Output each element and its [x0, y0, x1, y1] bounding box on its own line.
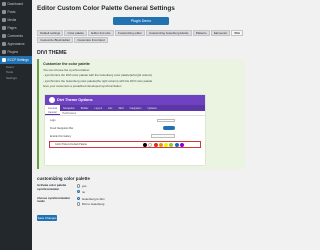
radio-option[interactable]: no: [77, 190, 86, 194]
menu-icon: [2, 10, 6, 14]
divi-navbar-row: Fixed Navigation Bar: [45, 124, 205, 132]
divi-options-screenshot: Divi Theme Options General Navigation Buil…: [45, 95, 205, 165]
radio-button[interactable]: [77, 189, 81, 194]
sync-mode-row: choose synchronization mode Gutenberg to…: [37, 195, 245, 206]
radio-button[interactable]: [77, 202, 81, 206]
divi-color-label: Color Pickers Default Palette: [55, 143, 87, 146]
color-swatch: [142, 142, 147, 147]
sidebar-item-label: Plugins: [7, 50, 18, 54]
divi-header: Divi Theme Options: [45, 95, 205, 105]
sidebar-item-label: Pages: [7, 26, 17, 30]
settings-tab[interactable]: Customize Front End: [74, 37, 108, 43]
divi-logo-field: [157, 118, 175, 122]
sync-title: customizing color palette: [37, 175, 90, 181]
divi-subtab: Performance: [62, 111, 77, 115]
settings-tab[interactable]: Divi: [231, 30, 244, 36]
color-swatch: [180, 142, 184, 147]
menu-icon: [2, 58, 6, 62]
settings-tab[interactable]: Patterns: [192, 30, 210, 36]
divi-tab: Updates: [147, 106, 157, 110]
activate-sync-label: Activate color palette synchronization: [37, 183, 67, 191]
notice-line: Give your customers a predefined develop…: [43, 84, 122, 89]
divi-tab: Layout: [94, 106, 103, 110]
settings-tab[interactable]: Color palette: [64, 30, 88, 36]
menu-icon: [2, 2, 6, 6]
sidebar-item[interactable]: Media: [0, 16, 32, 24]
menu-icon: [2, 42, 6, 46]
color-swatches: [142, 142, 184, 147]
sidebar-item[interactable]: Comments: [0, 32, 32, 40]
section-title: DIVI THEME: [37, 49, 67, 56]
sidebar-item-label: Dashboard: [7, 2, 24, 6]
settings-tab[interactable]: Customizing editor: [114, 30, 145, 36]
sidebar-item-label: ECCP Settings: [7, 58, 29, 62]
settings-tab[interactable]: Customize Block Editor: [37, 37, 74, 43]
sidebar-item[interactable]: Dashboard: [0, 0, 32, 8]
radio-label: Divi to Gutenberg: [81, 202, 105, 207]
menu-icon: [2, 34, 6, 38]
divi-gallery-row: Enable Divi Gallery: [45, 132, 205, 140]
sidebar-item[interactable]: ECCP Settings: [0, 56, 32, 64]
radio-option[interactable]: yes: [77, 184, 86, 188]
sidebar-item[interactable]: Appearance: [0, 40, 32, 48]
divi-logo-row: Logo: [45, 116, 205, 124]
activate-sync-options: yes no: [77, 184, 86, 194]
sidebar-item[interactable]: Pages: [0, 24, 32, 32]
divi-navbar-label: Fixed Navigation Bar: [50, 126, 74, 130]
settings-tab[interactable]: Elementor: [210, 30, 231, 36]
divi-color-row-highlight: Color Pickers Default Palette: [49, 141, 201, 148]
radio-label: no: [81, 189, 86, 194]
activate-sync-row: Activate color palette synchronization y…: [37, 183, 245, 194]
divi-title: Divi Theme Options: [57, 98, 93, 102]
color-swatch: [158, 142, 163, 147]
divi-subtab: General: [45, 111, 60, 115]
notice-line: You can choose the synchronization:: [43, 67, 90, 72]
settings-tabs: Default settings Color palette Editor font…: [37, 30, 245, 43]
divi-navbar-toggle: [163, 126, 175, 130]
divi-tab: Builder: [80, 106, 89, 110]
settings-tab[interactable]: Customizing Gutenberg blocks: [145, 30, 192, 36]
sidebar-item-label: Posts: [7, 10, 16, 14]
sidebar-item-label: Comments: [7, 34, 23, 38]
settings-tab[interactable]: Default settings: [37, 30, 64, 36]
divi-gallery-label: Enable Divi Gallery: [50, 134, 72, 138]
divi-tab: Integration: [129, 106, 142, 110]
color-swatch: [174, 142, 179, 147]
save-changes-button[interactable]: Save Changes: [37, 215, 57, 222]
plugin-demo-button[interactable]: Plugin Demo: [113, 17, 169, 25]
color-swatch: [164, 142, 169, 147]
divi-tab: Ads: [108, 106, 113, 110]
color-swatch: [148, 142, 153, 147]
sidebar-item[interactable]: Posts: [0, 8, 32, 16]
radio-button[interactable]: [77, 196, 81, 201]
sidebar-item-label: Appearance: [7, 42, 25, 46]
sidebar-item[interactable]: Plugins: [0, 48, 32, 56]
sidebar-item-label: Media: [7, 18, 17, 22]
radio-label: Gutenberg to Divi: [81, 196, 105, 201]
divi-gallery-select: [151, 134, 175, 138]
radio-option[interactable]: Divi to Gutenberg: [77, 202, 104, 206]
color-swatch: [169, 142, 174, 147]
menu-icon: [2, 26, 6, 30]
menu-icon: [2, 18, 6, 22]
sync-mode-options: Gutenberg to Divi Divi to Gutenberg: [77, 197, 104, 206]
notice-line: - synchronize the DIVI color palette wit…: [43, 73, 153, 78]
notice-line: - synchronize the Gutenberg color palett…: [43, 78, 153, 83]
radio-label: yes: [81, 184, 87, 188]
settings-tab[interactable]: Editor font size: [88, 30, 114, 36]
admin-sidebar: Dashboard Posts Media Pages Comments Appearan…: [0, 0, 32, 250]
page-title: Editor Custom Color Palette General Sett…: [37, 5, 175, 12]
divi-logo-icon: [49, 97, 55, 103]
divi-tab: SEO: [118, 106, 124, 110]
color-swatch: [153, 142, 158, 147]
info-notice: Customize the color palette You can choo…: [37, 59, 245, 169]
notice-heading: Customize the color palette: [43, 62, 90, 66]
main-content: Editor Custom Color Palette General Sett…: [32, 0, 250, 250]
sync-mode-label: choose synchronization mode: [37, 195, 71, 204]
radio-option[interactable]: Gutenberg to Divi: [77, 197, 104, 201]
sidebar-subitem[interactable]: Settings: [0, 75, 32, 81]
menu-icon: [2, 50, 6, 54]
divi-logo-label: Logo: [50, 118, 56, 122]
radio-button[interactable]: [77, 184, 81, 188]
